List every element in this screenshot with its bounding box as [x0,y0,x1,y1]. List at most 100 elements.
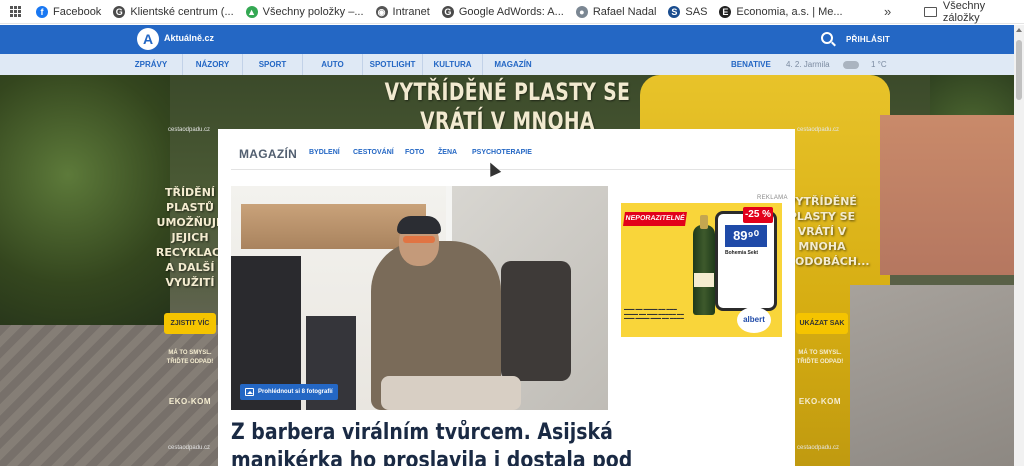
aktualne-logo-icon[interactable]: A [137,28,159,50]
google-icon: G [441,5,454,18]
article-headline[interactable]: Z barbera virálním tvůrcem. Asijská mani… [231,419,695,466]
nav-item-spotlight[interactable]: SPOTLIGHT [363,54,423,75]
albert-logo: albert [737,307,771,333]
subnav-zena[interactable]: ŽENA [438,149,457,156]
ad-tagline-left: MÁ TO SMYSL. TŘIĎTE ODPAD! [155,349,225,367]
sas-icon: S [668,5,681,18]
all-bookmarks-folder[interactable]: Všechny záložky [924,0,1024,24]
bookmark-item[interactable]: S SAS [662,0,713,24]
nav-item-kultura[interactable]: KULTURA [423,54,483,75]
nav-item-magazin[interactable]: MAGAZÍN [483,54,543,75]
ad-left-line: TŘÍDĚNÍ [164,186,215,199]
ad-hedge-image [0,75,170,325]
ad-cta-right-button[interactable]: UKÁZAT SAK [796,313,848,334]
bookmarks-overflow-button[interactable]: » [884,0,891,24]
ekokom-logo-right: EKO-KOM [798,397,842,406]
bookmark-item[interactable]: E Economia, a.s. | Me... [713,0,848,24]
page-scrollbar[interactable] [1014,25,1024,466]
all-bookmarks-label: Všechny záložky [942,0,986,24]
ad-house-image [880,115,1014,275]
bookmark-label: Google AdWords: A... [458,5,564,18]
article-headline-line[interactable]: manikérka ho proslavila i dostala pod [231,447,695,466]
subnav-psychoterapie[interactable]: PSYCHOTERAPIE [472,149,532,156]
subnav-bydleni[interactable]: BYDLENÍ [309,149,340,156]
subnav-cestovani[interactable]: CESTOVÁNÍ [353,149,394,156]
subnav-divider [231,169,795,170]
ad-source-left-top: cestaodpadu.cz [168,127,211,133]
bookmarks-bar: f Facebook G Klientské centrum (... ▲ Všechny… [0,0,1024,24]
globe-icon: ◉ [375,5,388,18]
drive-icon: ▲ [245,5,258,18]
nav-item-sport[interactable]: SPORT [243,54,303,75]
cloud-icon [843,61,859,69]
ad-right-text: VYTŘÍDĚNÉ PLASTY SE VRÁTÍ V MNOHA PODOBÁ… [787,194,870,269]
ad-tagline-line: TŘIĎTE ODPAD! [796,359,844,365]
promo-product: Bohemia Sekt [725,250,759,256]
bottle-image [693,215,715,315]
promo-price: 89⁹⁰ [725,225,767,247]
google-icon: G [113,5,126,18]
ad-label: REKLAMA [757,195,788,201]
promo-discount: -25 % [743,207,773,223]
promo-ribbon: NEPORAZITELNÉ [623,212,687,226]
ad-right-line: VYTŘÍDĚNÉ [787,195,857,208]
nav-item-auto[interactable]: AUTO [303,54,363,75]
magazine-subnav: MAGAZÍN BYDLENÍ CESTOVÁNÍ FOTO ŽENA PSYC… [218,129,795,169]
bottle-label [694,273,714,287]
site-logo-text[interactable]: Aktuálně.cz [164,33,214,43]
bookmark-label: Economia, a.s. | Me... [736,5,843,18]
ad-left-line: VYUŽITÍ [165,276,215,289]
photo-gallery-label: Prohlédnout si 8 fotografií [258,389,333,395]
bookmark-label: Všechny položky –... [262,5,364,18]
ad-source-left-bottom: cestaodpadu.cz [168,445,211,451]
folder-icon [924,7,937,17]
bookmark-item[interactable]: f Facebook [30,0,107,24]
ad-tagline-right: MÁ TO SMYSL. TŘIĎTE ODPAD! [785,349,855,367]
bookmark-label: Facebook [53,5,102,18]
bookmark-label: SAS [685,5,708,18]
ad-tagline-line: TŘIĎTE ODPAD! [166,359,214,365]
bookmark-item[interactable]: ◉ Intranet [370,0,436,24]
ad-left-line: RECYKLACI [155,246,225,259]
bookmark-item[interactable]: G Google AdWords: A... [436,0,570,24]
ad-right-line: PODOBÁCH... [787,255,870,268]
scroll-up-arrow-icon[interactable] [1016,28,1022,32]
site-header: A Aktuálně.cz PŘIHLÁSIT [0,25,1014,54]
bookmark-item[interactable]: ▲ Všechny položky –... [240,0,370,24]
ad-right-line: VRÁTÍ V [797,225,847,238]
date-nameday: 4. 2. Jarmila [786,60,830,69]
ad-cta-left-button[interactable]: ZJISTIT VÍC [164,313,216,334]
ad-source-right-top: cestaodpadu.cz [797,127,840,133]
person-icon: ● [575,5,588,18]
ad-left-line: UMOŽŇUJE [156,216,224,229]
promo-fine-print: ▬▬▬ ▬▬ ▬▬▬▬ ▬▬ ▬▬▬ ▬▬▬▬ ▬▬ ▬▬▬ ▬▬▬▬▬ ▬▬ … [624,307,684,320]
subnav-foto[interactable]: FOTO [405,149,424,156]
nav-item-nazory[interactable]: NÁZORY [183,54,243,75]
ad-source-right-bottom: cestaodpadu.cz [797,445,840,451]
search-icon[interactable] [821,32,833,44]
section-nav: ZPRÁVY NÁZORY SPORT AUTO SPOTLIGHT KULTU… [0,54,1014,75]
ad-left-line: JEJICH [171,231,209,244]
bookmark-item[interactable]: G Klientské centrum (... [107,0,239,24]
scrollbar-thumb[interactable] [1016,40,1022,100]
temperature: 1 °C [871,60,887,69]
bookmark-item[interactable]: ● Rafael Nadal [570,0,663,24]
article-headline-line[interactable]: Z barbera virálním tvůrcem. Asijská [231,419,695,447]
ad-right-line: MNOHA [798,240,846,253]
facebook-icon: f [36,5,48,18]
nav-item-zpravy[interactable]: ZPRÁVY [120,54,183,75]
magazine-title[interactable]: MAGAZÍN [239,147,297,161]
article-photo[interactable]: Prohlédnout si 8 fotografií [231,186,608,410]
apps-grid-icon[interactable] [0,0,30,24]
login-button[interactable]: PŘIHLÁSIT [846,35,890,44]
economia-icon: E [719,5,732,18]
location-label[interactable]: BENATIVE [731,54,771,75]
ad-left-text: TŘÍDĚNÍ PLASTŮ UMOŽŇUJE JEJICH RECYKLACI… [155,185,225,290]
magazine-panel: MAGAZÍN BYDLENÍ CESTOVÁNÍ FOTO ŽENA PSYC… [218,129,795,466]
bookmark-label: Rafael Nadal [592,5,657,18]
ad-tagline-line: MÁ TO SMYSL. [168,350,212,356]
ad-tagline-line: MÁ TO SMYSL. [798,350,842,356]
albert-promo-ad[interactable]: NEPORAZITELNÉ -25 % 89⁹⁰ Bohemia Sekt ▬▬… [621,203,782,337]
ekokom-logo-left: EKO-KOM [168,397,212,406]
photo-gallery-button[interactable]: Prohlédnout si 8 fotografií [240,384,338,400]
